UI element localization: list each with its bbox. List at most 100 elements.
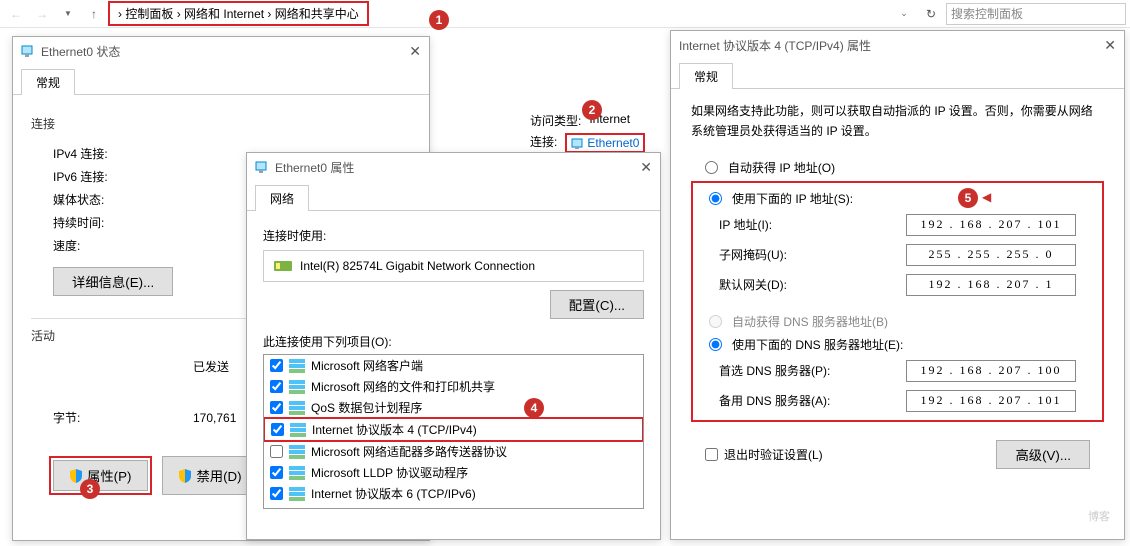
item-label: Microsoft 网络的文件和打印机共享	[311, 378, 495, 395]
sent-label: 已发送	[193, 358, 229, 375]
list-item[interactable]: Internet 协议版本 4 (TCP/IPv4)	[263, 417, 644, 442]
configure-button[interactable]: 配置(C)...	[550, 290, 644, 319]
radio-input[interactable]	[705, 161, 718, 174]
details-button[interactable]: 详细信息(E)...	[53, 267, 173, 296]
list-item[interactable]: Microsoft 网络的文件和打印机共享	[264, 376, 643, 397]
gateway-label: 默认网关(D):	[719, 276, 787, 293]
item-label: Internet 协议版本 4 (TCP/IPv4)	[312, 421, 477, 438]
radio-manual-ip[interactable]: 使用下面的 IP 地址(S):	[695, 187, 1100, 210]
disable-button[interactable]: 禁用(D)	[162, 456, 258, 495]
item-checkbox[interactable]	[270, 508, 283, 509]
radio-manual-dns[interactable]: 使用下面的 DNS 服务器地址(E):	[695, 333, 1100, 356]
ip-address-label: IP 地址(I):	[719, 216, 772, 233]
item-checkbox[interactable]	[270, 380, 283, 393]
tcpip-properties-window: Internet 协议版本 4 (TCP/IPv4) 属性 ✕ 常规 如果网络支…	[670, 30, 1125, 540]
tab-network[interactable]: 网络	[255, 185, 309, 211]
badge-4: 4	[524, 398, 544, 418]
list-item[interactable]: Internet 协议版本 6 (TCP/IPv6)	[264, 483, 643, 504]
list-item[interactable]: Microsoft 网络客户端	[264, 355, 643, 376]
item-label: QoS 数据包计划程序	[311, 399, 422, 416]
properties-button[interactable]: 属性(P)	[53, 460, 148, 491]
network-icon	[571, 137, 583, 149]
breadcrumb[interactable]: › 控制面板 › 网络和 Internet › 网络和共享中心	[108, 1, 369, 26]
breadcrumb-item[interactable]: 控制面板	[125, 7, 173, 21]
item-checkbox[interactable]	[271, 423, 284, 436]
connect-using-label: 连接时使用:	[263, 227, 644, 244]
list-item[interactable]: Microsoft LLDP 协议驱动程序	[264, 462, 643, 483]
item-label: Microsoft 网络客户端	[311, 357, 423, 374]
item-label: 链路层拓扑发现响应程序	[311, 506, 443, 509]
nic-icon	[274, 259, 292, 273]
radio-auto-ip[interactable]: 自动获得 IP 地址(O)	[691, 156, 1104, 179]
item-checkbox[interactable]	[270, 445, 283, 458]
advanced-button[interactable]: 高级(V)...	[996, 440, 1090, 469]
back-button[interactable]: ←	[4, 3, 28, 25]
connection-link[interactable]: Ethernet0	[587, 136, 639, 150]
list-item[interactable]: QoS 数据包计划程序	[264, 397, 643, 418]
address-bar: ← → ▼ ↑ › 控制面板 › 网络和 Internet › 网络和共享中心 …	[0, 0, 1130, 28]
validate-label: 退出时验证设置(L)	[724, 446, 823, 463]
radio-input	[709, 315, 722, 328]
breadcrumb-item[interactable]: 网络和共享中心	[275, 7, 359, 21]
ipv6-label: IPv6 连接:	[53, 168, 108, 185]
section-connection: 连接	[31, 115, 411, 132]
dns2-label: 备用 DNS 服务器(A):	[719, 392, 830, 409]
tab-general[interactable]: 常规	[21, 69, 75, 95]
protocol-icon	[289, 466, 305, 480]
dropdown-icon[interactable]: ⌄	[892, 3, 916, 25]
window-title: Internet 协议版本 4 (TCP/IPv4) 属性	[679, 37, 871, 54]
title-bar: Ethernet0 状态 ✕	[13, 37, 429, 65]
badge-1: 1	[429, 10, 449, 30]
items-list[interactable]: Microsoft 网络客户端 Microsoft 网络的文件和打印机共享 Qo…	[263, 354, 644, 509]
badge-2: 2	[582, 100, 602, 120]
protocol-icon	[289, 445, 305, 459]
ipv4-label: IPv4 连接:	[53, 145, 108, 162]
forward-button[interactable]: →	[30, 3, 54, 25]
breadcrumb-item[interactable]: 网络和 Internet	[184, 7, 264, 21]
adapter-name: Intel(R) 82574L Gigabit Network Connecti…	[300, 259, 535, 273]
close-icon[interactable]: ✕	[640, 159, 652, 176]
ip-description: 如果网络支持此功能，则可以获取自动指派的 IP 设置。否则，你需要从网络系统管理…	[691, 101, 1104, 142]
gateway-input[interactable]: 192 . 168 . 207 . 1	[906, 274, 1076, 296]
title-bar: Ethernet0 属性 ✕	[247, 153, 660, 181]
item-checkbox[interactable]	[270, 401, 283, 414]
protocol-icon	[289, 380, 305, 394]
refresh-button[interactable]: ↻	[920, 3, 942, 25]
title-bar: Internet 协议版本 4 (TCP/IPv4) 属性 ✕	[671, 31, 1124, 59]
radio-input[interactable]	[709, 338, 722, 351]
bytes-label: 字节:	[53, 409, 193, 426]
subnet-mask-label: 子网掩码(U):	[719, 246, 787, 263]
item-label: Internet 协议版本 6 (TCP/IPv6)	[311, 485, 476, 502]
dropdown-arrow[interactable]: ▼	[56, 3, 80, 25]
item-checkbox[interactable]	[270, 466, 283, 479]
tab-general[interactable]: 常规	[679, 63, 733, 89]
dns1-label: 首选 DNS 服务器(P):	[719, 362, 830, 379]
network-icon	[255, 160, 269, 174]
shield-icon	[179, 469, 191, 483]
item-checkbox[interactable]	[270, 487, 283, 500]
list-item[interactable]: 链路层拓扑发现响应程序	[264, 504, 643, 509]
connection-link-highlight: Ethernet0	[565, 133, 645, 153]
dns2-input[interactable]: 192 . 168 . 207 . 101	[906, 390, 1076, 412]
protocol-icon	[289, 359, 305, 373]
media-label: 媒体状态:	[53, 191, 104, 208]
close-icon[interactable]: ✕	[1104, 37, 1116, 54]
close-icon[interactable]: ✕	[409, 43, 421, 60]
access-type-label: 访问类型:	[530, 112, 581, 129]
protocol-icon	[289, 401, 305, 415]
protocol-icon	[289, 508, 305, 510]
ip-address-input[interactable]: 192 . 168 . 207 . 101	[906, 214, 1076, 236]
search-input[interactable]: 搜索控制面板	[946, 3, 1126, 25]
list-item[interactable]: Microsoft 网络适配器多路传送器协议	[264, 441, 643, 462]
protocol-icon	[290, 423, 306, 437]
dns1-input[interactable]: 192 . 168 . 207 . 100	[906, 360, 1076, 382]
window-title: Ethernet0 状态	[41, 43, 120, 60]
validate-checkbox[interactable]	[705, 448, 718, 461]
ip-settings-highlight: 使用下面的 IP 地址(S): IP 地址(I): 192 . 168 . 207…	[691, 181, 1104, 422]
watermark: 博客	[1088, 508, 1110, 524]
radio-input[interactable]	[709, 192, 722, 205]
item-label: Microsoft LLDP 协议驱动程序	[311, 464, 468, 481]
up-button[interactable]: ↑	[82, 3, 106, 25]
item-checkbox[interactable]	[270, 359, 283, 372]
subnet-mask-input[interactable]: 255 . 255 . 255 . 0	[906, 244, 1076, 266]
